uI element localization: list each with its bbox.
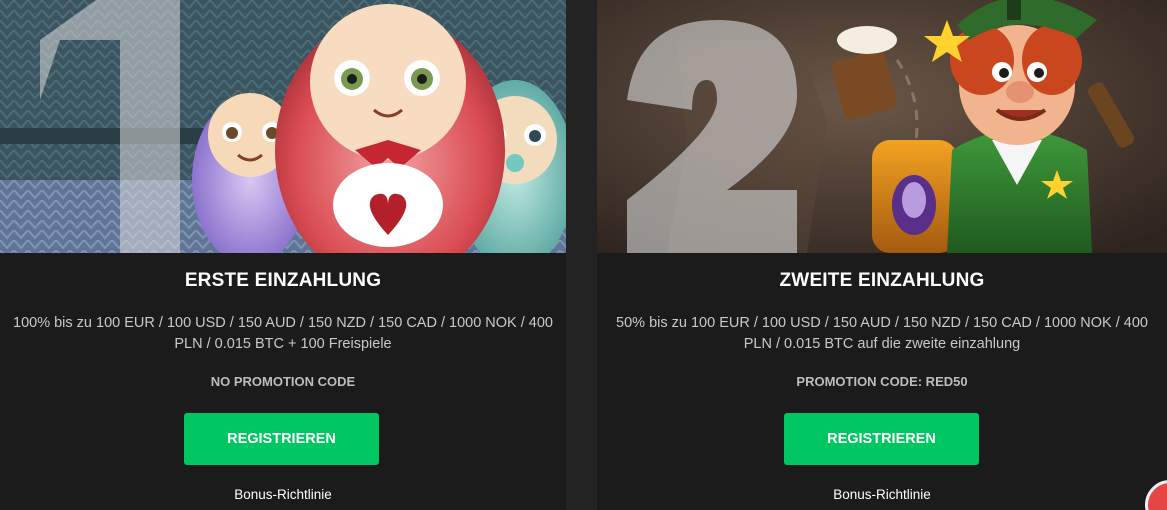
- register-button[interactable]: REGISTRIEREN: [784, 413, 979, 465]
- second-deposit-banner: [597, 0, 1167, 253]
- second-deposit-card: ZWEITE EINZAHLUNG 50% bis zu 100 EUR / 1…: [597, 0, 1167, 510]
- card-description: 50% bis zu 100 EUR / 100 USD / 150 AUD /…: [616, 315, 1148, 352]
- bonus-policy-link[interactable]: Bonus-Richtlinie: [597, 487, 1167, 502]
- card-title: ZWEITE EINZAHLUNG: [779, 270, 985, 291]
- leprechaun-pirate-image: [597, 0, 1167, 253]
- register-button[interactable]: REGISTRIEREN: [184, 413, 379, 465]
- promo-code-label: NO PROMOTION CODE: [210, 374, 356, 389]
- matryoshka-dolls-image: [0, 0, 566, 253]
- first-deposit-card: ERSTE EINZAHLUNG 100% bis zu 100 EUR / 1…: [0, 0, 566, 510]
- card-title: ERSTE EINZAHLUNG: [184, 270, 382, 291]
- bonus-policy-link[interactable]: Bonus-Richtlinie: [0, 487, 566, 502]
- promotions-page: ERSTE EINZAHLUNG 100% bis zu 100 EUR / 1…: [0, 0, 1167, 510]
- promo-code-label: PROMOTION CODE: RED50: [796, 374, 968, 389]
- card-description: 100% bis zu 100 EUR / 100 USD / 150 AUD …: [13, 315, 553, 352]
- first-deposit-banner: [0, 0, 566, 253]
